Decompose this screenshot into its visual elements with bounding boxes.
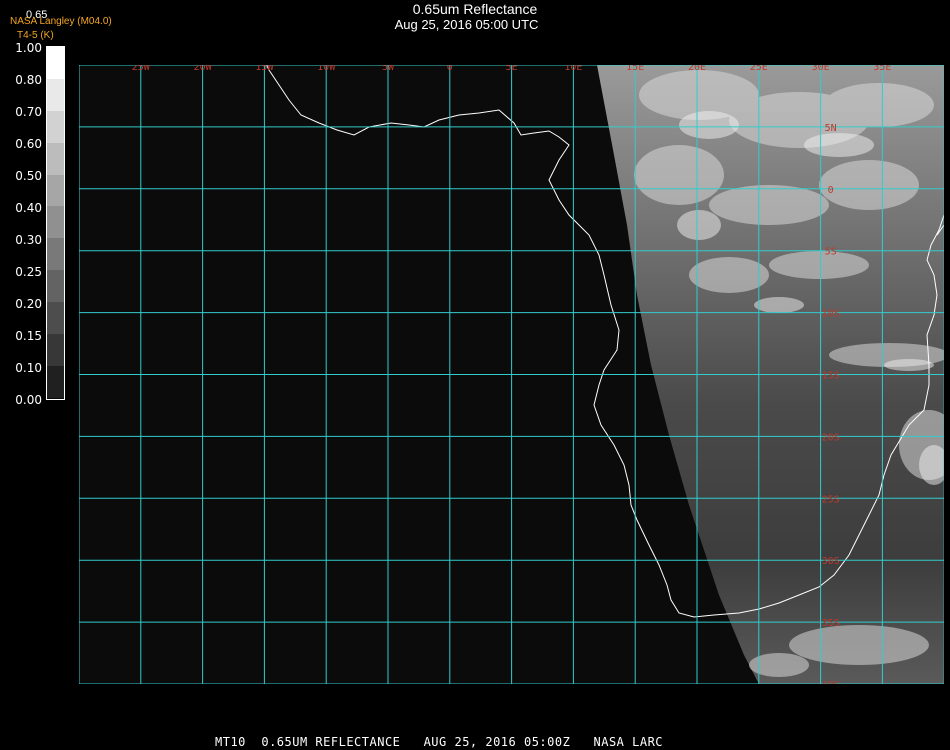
longitude-label: 35E [873, 65, 891, 73]
latitude-label: 25S [822, 494, 840, 505]
latitude-label: 0 [828, 185, 834, 196]
latitude-label: 35S [822, 618, 840, 629]
credit-label: NASA Langley (M04.0) [10, 16, 112, 27]
colorbar-segment [47, 142, 64, 176]
colorbar-segment [47, 365, 64, 399]
colorbar-tick-label: 0.25 [15, 265, 42, 279]
longitude-label: 0 [447, 65, 453, 73]
map-datetime: Aug 25, 2016 05:00 UTC [394, 17, 539, 32]
colorbar-tick-label: 0.10 [15, 361, 42, 375]
colorbar-tick-label: 0.50 [15, 169, 42, 183]
colorbar-segment [47, 270, 64, 304]
colorbar-tick-label: 0.00 [15, 393, 42, 407]
colorbar-segment [47, 110, 64, 144]
longitude-label: 15W [255, 65, 274, 73]
colorbar-tick-label: 0.70 [15, 105, 42, 119]
colorbar-segment [47, 47, 64, 80]
colorbar-tick-label: 1.00 [15, 41, 42, 55]
latitude-label: 5S [825, 247, 837, 258]
longitude-label: 5W [382, 65, 395, 73]
longitude-label: 15E [626, 65, 644, 73]
colorbar-tick-label: 0.30 [15, 233, 42, 247]
map-title: 0.65um Reflectance [412, 1, 538, 17]
latitude-label: 30S [822, 556, 840, 567]
longitude-label: 25E [750, 65, 768, 73]
footer-caption: MT10 0.65UM REFLECTANCE AUG 25, 2016 05:… [215, 735, 664, 749]
colorbar-segment [47, 397, 64, 399]
colorbar-segment [47, 302, 64, 336]
band-label: T4-5 (K) [17, 30, 54, 41]
latitude-label: 15S [822, 371, 840, 382]
latitude-label: 5N [825, 123, 837, 134]
latitude-label: 10S [822, 309, 840, 320]
longitude-label: 20E [688, 65, 706, 73]
colorbar-tick-label: 0.20 [15, 297, 42, 311]
longitude-label: 20W [194, 65, 213, 73]
colorbar-segment [47, 238, 64, 272]
longitude-label: 25W [132, 65, 151, 73]
colorbar-segment [47, 78, 64, 112]
longitude-label: 10E [564, 65, 582, 73]
colorbar-tick-label: 0.80 [15, 73, 42, 87]
colorbar-segment [47, 206, 64, 240]
satellite-map: 25W 20W 15W 10W 5W 0 5E 10E 15E 20E 25E 30E 35E 5N 0 5S… [79, 65, 944, 684]
latitude-label: 40S [822, 680, 840, 684]
colorbar-tick-label: 0.60 [15, 137, 42, 151]
longitude-label: 5E [506, 65, 518, 73]
colorbar-tick-label: 0.15 [15, 329, 42, 343]
colorbar-segment [47, 174, 64, 208]
longitude-label: 10W [317, 65, 336, 73]
colorbar [46, 46, 65, 400]
longitude-label: 30E [812, 65, 830, 73]
latitude-label: 20S [822, 432, 840, 443]
colorbar-segment [47, 334, 64, 367]
colorbar-tick-label: 0.40 [15, 201, 42, 215]
